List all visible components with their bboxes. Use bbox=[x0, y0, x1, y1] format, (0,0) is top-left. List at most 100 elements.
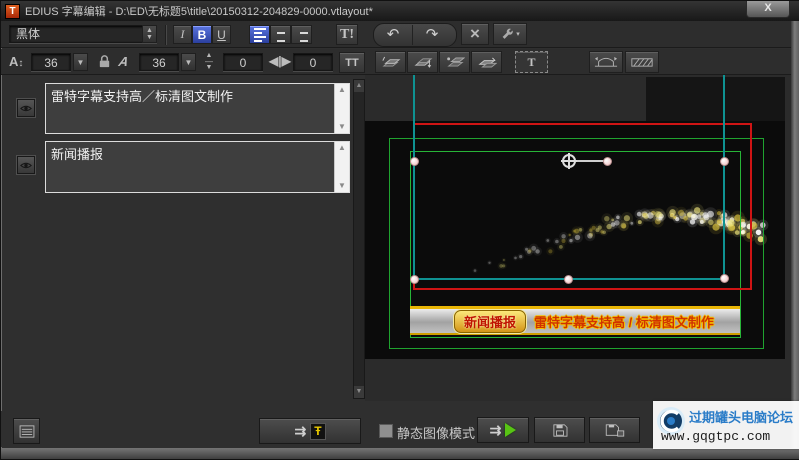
close-button[interactable]: X bbox=[746, 1, 790, 18]
save-button[interactable] bbox=[534, 417, 585, 443]
text-entry-2[interactable]: 新闻播报 ▲ ▼ bbox=[45, 141, 350, 193]
text-entry-1-scrollbar[interactable]: ▲ ▼ bbox=[334, 84, 349, 133]
scroll-up-icon[interactable]: ▲ bbox=[335, 142, 349, 154]
save-icon bbox=[552, 423, 568, 437]
app-icon: T bbox=[5, 3, 20, 19]
undo-button[interactable]: ↶ bbox=[374, 25, 412, 45]
handle-top-right[interactable] bbox=[720, 157, 729, 166]
banner-badge: 新闻播报 bbox=[454, 309, 527, 333]
align-left-button[interactable] bbox=[249, 25, 270, 44]
font-width-dropdown[interactable]: ▼ bbox=[181, 53, 196, 71]
lock-ratio-icon[interactable] bbox=[97, 54, 112, 69]
scroll-down-icon[interactable]: ▼ bbox=[335, 121, 349, 133]
insert-text-button[interactable]: T! bbox=[336, 24, 358, 45]
watermark-forum-name: 过期罐头电脑论坛 bbox=[689, 410, 794, 425]
transfer-arrow-icon: ⇉ bbox=[294, 422, 307, 439]
caret-down-icon: ▼ bbox=[76, 57, 85, 67]
layer-forward-button[interactable] bbox=[439, 51, 470, 73]
layer-bring-front-button[interactable] bbox=[375, 51, 406, 73]
font-family-spinner[interactable]: ▲ ▼ bbox=[142, 25, 157, 43]
font-height-icon: A↕ bbox=[9, 54, 24, 69]
delete-button[interactable]: × bbox=[461, 23, 489, 45]
scroll-down-icon[interactable]: ▼ bbox=[335, 180, 349, 192]
italic-button[interactable]: I bbox=[173, 25, 192, 44]
title-crawl-button[interactable] bbox=[625, 51, 659, 73]
apply-to-timeline-button[interactable]: ⇉ Ŧ bbox=[259, 418, 361, 444]
crawl-title-icon bbox=[630, 55, 654, 69]
handle-top-left[interactable] bbox=[410, 157, 419, 166]
handle-bottom-right[interactable] bbox=[720, 274, 729, 283]
edius-title-editor-window: T EDIUS 字幕编辑 - D:\ED\无标题5\title\20150312… bbox=[0, 0, 799, 460]
select-text-object-button[interactable]: T bbox=[515, 51, 548, 73]
align-right-button[interactable] bbox=[291, 25, 312, 44]
visibility-toggle-2[interactable] bbox=[17, 156, 35, 174]
anchor-handle[interactable] bbox=[603, 157, 612, 166]
banner-text: 雷特字幕支持高 / 标清图文制作 bbox=[534, 314, 714, 330]
preview-canvas[interactable]: 新闻播报 雷特字幕支持高 / 标清图文制作 bbox=[365, 75, 791, 401]
text-list-scrollbar[interactable]: ▲ ▼ bbox=[353, 79, 365, 399]
font-height-input[interactable]: 36 bbox=[31, 53, 71, 71]
text-entry-1-value: 雷特字幕支持高／标清图文制作 bbox=[51, 89, 234, 104]
layer-backward-button[interactable] bbox=[471, 51, 502, 73]
play-icon bbox=[505, 423, 517, 437]
anchor-point[interactable] bbox=[561, 153, 577, 169]
delete-icon: × bbox=[470, 24, 480, 43]
layout-list-button[interactable] bbox=[13, 418, 40, 444]
eye-icon bbox=[20, 161, 32, 170]
wrench-caret-icon: ▾ bbox=[516, 31, 520, 38]
handle-bottom-center[interactable] bbox=[564, 275, 573, 284]
static-image-checkbox[interactable] bbox=[379, 424, 393, 438]
font-width-icon: A bbox=[117, 54, 130, 69]
text-entry-1[interactable]: 雷特字幕支持高／标清图文制作 ▲ ▼ bbox=[45, 83, 350, 134]
text-entry-2-scrollbar[interactable]: ▲ ▼ bbox=[334, 142, 349, 192]
layer-forward-icon bbox=[445, 55, 465, 69]
static-image-label: 静态图像模式 bbox=[397, 426, 476, 441]
scrollbar-down-button[interactable]: ▼ bbox=[354, 386, 364, 398]
handle-bottom-left[interactable] bbox=[410, 275, 419, 284]
save-as-button[interactable] bbox=[589, 417, 640, 443]
title-roll-button[interactable] bbox=[589, 51, 623, 73]
line-spacing-input[interactable]: 0 bbox=[223, 53, 263, 71]
properties-button[interactable]: ▾ bbox=[493, 23, 527, 45]
title-banner[interactable]: 新闻播报 雷特字幕支持高 / 标清图文制作 bbox=[410, 306, 740, 335]
redo-button[interactable]: ↷ bbox=[412, 25, 451, 45]
redo-icon: ↷ bbox=[425, 26, 439, 43]
line-spacing-icon: ▲ — ▼ bbox=[205, 52, 213, 71]
list-icon bbox=[19, 424, 35, 438]
layer-send-back-button[interactable] bbox=[407, 51, 438, 73]
scrollbar-up-button[interactable]: ▲ bbox=[354, 80, 364, 92]
title-t-icon: Ŧ bbox=[310, 422, 326, 440]
caret-down-icon: ▼ bbox=[184, 57, 193, 67]
apply-play-button[interactable]: ⇉ bbox=[477, 417, 529, 443]
tt-case-button[interactable]: TT bbox=[339, 52, 365, 73]
layer-back-icon bbox=[413, 55, 433, 69]
undo-redo-group: ↶ ↷ bbox=[373, 23, 457, 47]
text-entry-2-value: 新闻播报 bbox=[51, 147, 104, 162]
align-center-icon bbox=[275, 28, 287, 42]
save-as-icon bbox=[605, 423, 625, 437]
bold-button[interactable]: B bbox=[192, 25, 212, 44]
visibility-toggle-1[interactable] bbox=[17, 99, 35, 117]
font-family-select[interactable]: 黑体 bbox=[9, 25, 157, 43]
window-right-frame bbox=[791, 21, 799, 459]
title-bar[interactable]: T EDIUS 字幕编辑 - D:\ED\无标题5\title\20150312… bbox=[1, 1, 799, 21]
roll-title-icon bbox=[594, 55, 618, 69]
char-spacing-input[interactable]: 0 bbox=[293, 53, 333, 71]
align-center-button[interactable] bbox=[270, 25, 291, 44]
layer-front-icon bbox=[381, 55, 401, 69]
window-title: EDIUS 字幕编辑 - D:\ED\无标题5\title\20150312-2… bbox=[25, 6, 373, 18]
font-height-dropdown[interactable]: ▼ bbox=[73, 53, 88, 71]
transfer-arrow-icon: ⇉ bbox=[489, 421, 502, 438]
underline-button[interactable]: U bbox=[212, 25, 231, 44]
selection-red-rect[interactable] bbox=[413, 123, 752, 290]
layer-backward-icon bbox=[477, 55, 497, 69]
font-width-input[interactable]: 36 bbox=[139, 53, 179, 71]
char-spacing-icon: ◀|▶ bbox=[269, 54, 291, 68]
spinner-icon: ▲ ▼ bbox=[146, 27, 153, 41]
watermark-url: www.gqgtpc.com bbox=[661, 429, 771, 444]
format-toolbar: 黑体 ▲ ▼ I B U T! ↶ ↷ × ▾ bbox=[1, 21, 799, 48]
forum-watermark: 过期罐头电脑论坛 www.gqgtpc.com bbox=[653, 401, 799, 449]
align-left-icon bbox=[253, 27, 266, 42]
object-bound-right-guide bbox=[723, 75, 725, 280]
scroll-up-icon[interactable]: ▲ bbox=[335, 84, 349, 96]
